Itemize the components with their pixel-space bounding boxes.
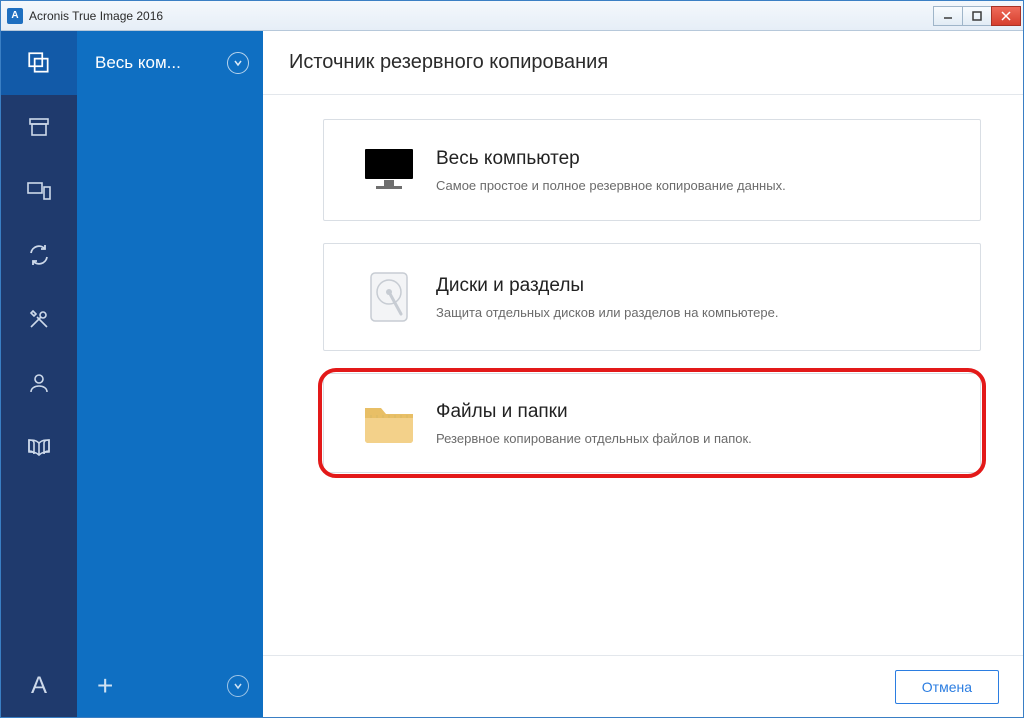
app-body: A Весь ком... + Источник резервного к <box>1 31 1023 717</box>
app-icon: A <box>7 8 23 24</box>
page-title: Источник резервного копирования <box>289 51 608 74</box>
app-window: A Acronis True Image 2016 <box>0 0 1024 718</box>
archive-icon <box>27 115 51 139</box>
minimize-button[interactable] <box>933 6 963 26</box>
sync-icon <box>27 243 51 267</box>
option-disks-partitions[interactable]: Диски и разделы Защита отдельных дисков … <box>323 243 981 351</box>
option-entire-computer[interactable]: Весь компьютер Самое простое и полное ре… <box>323 119 981 221</box>
nav-sync[interactable] <box>1 223 77 287</box>
nav-help[interactable] <box>1 415 77 479</box>
option-desc: Защита отдельных дисков или разделов на … <box>436 305 952 320</box>
chevron-down-icon <box>227 52 249 74</box>
window-controls <box>934 6 1021 26</box>
option-desc: Резервное копирование отдельных файлов и… <box>436 431 952 446</box>
side-header[interactable]: Весь ком... <box>77 31 263 95</box>
monitor-icon <box>352 146 426 194</box>
side-menu-button[interactable] <box>227 675 249 697</box>
add-backup-button[interactable]: + <box>97 670 113 702</box>
option-title: Весь компьютер <box>436 148 952 170</box>
backup-icon <box>26 50 52 76</box>
side-footer: + <box>77 655 263 717</box>
options-list: Весь компьютер Самое простое и полное ре… <box>263 95 1023 655</box>
acronis-letter-icon: A <box>31 672 47 700</box>
hdd-icon <box>352 270 426 324</box>
nav-rail: A <box>1 31 77 717</box>
option-title: Файлы и папки <box>436 401 952 423</box>
cancel-button[interactable]: Отмена <box>895 670 999 704</box>
titlebar: A Acronis True Image 2016 <box>1 1 1023 31</box>
nav-account[interactable] <box>1 351 77 415</box>
devices-icon <box>26 179 52 203</box>
nav-acronis[interactable]: A <box>1 655 77 717</box>
folder-icon <box>352 400 426 446</box>
option-files-folders[interactable]: Файлы и папки Резервное копирование отде… <box>323 373 981 473</box>
nav-backup[interactable] <box>1 31 77 95</box>
window-title: Acronis True Image 2016 <box>29 9 163 23</box>
nav-archive[interactable] <box>1 95 77 159</box>
close-button[interactable] <box>991 6 1021 26</box>
book-icon <box>26 435 52 459</box>
side-header-label: Весь ком... <box>95 53 227 73</box>
option-title: Диски и разделы <box>436 275 952 297</box>
side-panel: Весь ком... + <box>77 31 263 717</box>
main-panel: Источник резервного копирования Весь ком… <box>263 31 1023 717</box>
main-footer: Отмена <box>263 655 1023 717</box>
tools-icon <box>27 307 51 331</box>
main-header: Источник резервного копирования <box>263 31 1023 95</box>
maximize-button[interactable] <box>962 6 992 26</box>
option-desc: Самое простое и полное резервное копиров… <box>436 178 952 193</box>
nav-tools[interactable] <box>1 287 77 351</box>
account-icon <box>27 371 51 395</box>
nav-devices[interactable] <box>1 159 77 223</box>
